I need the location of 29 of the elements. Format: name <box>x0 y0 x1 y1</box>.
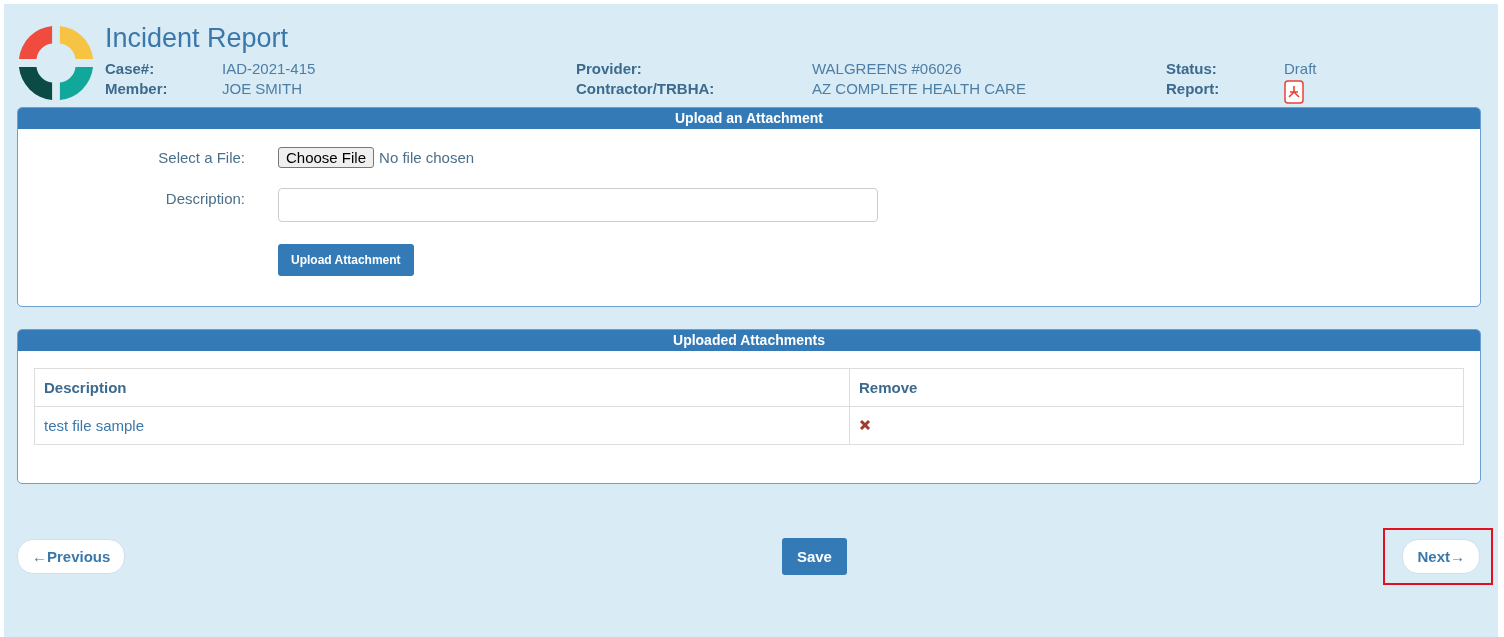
column-header: Remove <box>849 368 1464 407</box>
next-button[interactable]: Next→ <box>1402 539 1480 574</box>
description-label: Description: <box>164 189 246 207</box>
field-value: JOE SMITH <box>222 80 302 97</box>
choose-file-button[interactable]: Choose File <box>278 147 375 168</box>
field-label: Report: <box>1166 80 1221 97</box>
attachment-link[interactable]: test file sample <box>44 417 145 434</box>
field-value: WALGREENS #06026 <box>812 60 962 77</box>
remove-icon[interactable] <box>859 419 871 431</box>
panel-heading: Upload an Attachment <box>18 108 1480 129</box>
field-label: Case#: <box>105 60 156 77</box>
field-value: Draft <box>1284 60 1317 77</box>
page-title: Incident Report <box>105 23 290 54</box>
upload-attachment-button[interactable]: Upload Attachment <box>278 244 414 276</box>
file-label: Select a File: <box>157 149 246 166</box>
field-label: Contractor/TRBHA: <box>576 80 716 97</box>
column-header: Description <box>34 368 850 407</box>
field-label: Provider: <box>576 60 643 77</box>
field-label: Status: <box>1166 60 1218 77</box>
panel-heading: Uploaded Attachments <box>18 330 1480 351</box>
field-label: Member: <box>105 80 169 97</box>
description-field[interactable] <box>278 188 878 222</box>
pdf-icon[interactable] <box>1284 80 1304 104</box>
field-value: AZ COMPLETE HEALTH CARE <box>812 80 1026 97</box>
previous-button[interactable]: ←Previous <box>17 539 126 574</box>
save-button[interactable]: Save <box>781 538 847 575</box>
logo-icon <box>17 24 95 102</box>
field-value: IAD-2021-415 <box>222 60 316 77</box>
file-status: No file chosen <box>379 149 475 166</box>
